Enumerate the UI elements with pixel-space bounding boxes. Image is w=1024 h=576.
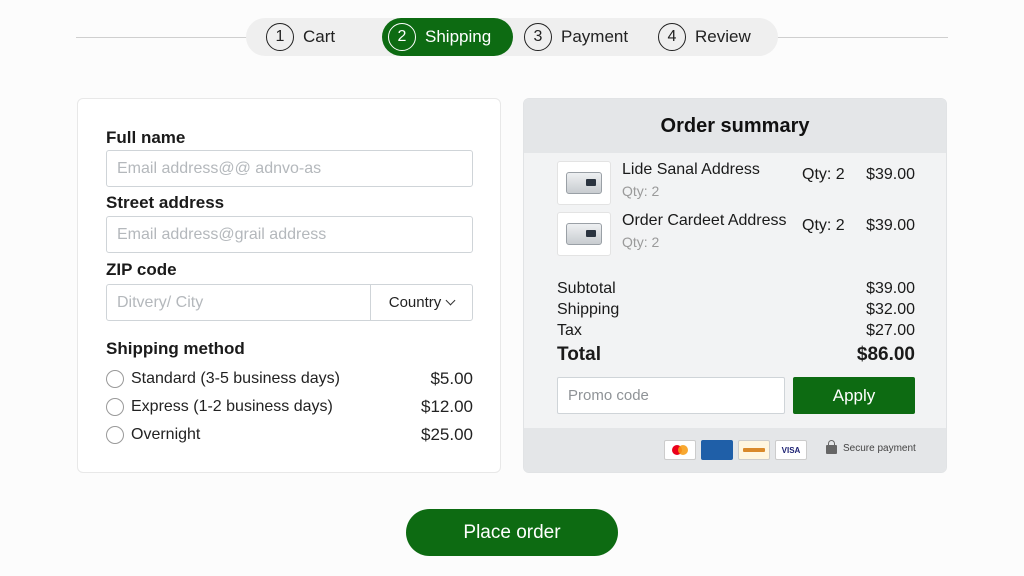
item-qty: Qty: 2 (802, 217, 845, 234)
shipping-row: Shipping $32.00 (557, 301, 915, 319)
step-label: Payment (561, 27, 629, 46)
country-select[interactable]: Country (371, 285, 472, 320)
step-label: Review (695, 27, 751, 46)
item-name: Lide Sanal Address (622, 161, 760, 178)
shipping-option-label: Standard (3-5 business days) (131, 370, 340, 387)
secure-payment: Secure payment (826, 440, 916, 454)
step-number: 3 (524, 23, 552, 51)
secure-payment-text: Secure payment (843, 442, 916, 454)
zip-city-row: Country (106, 284, 473, 321)
full-name-input[interactable] (106, 150, 473, 187)
shipping-option-price: $12.00 (421, 397, 473, 416)
step-shipping[interactable]: 2 Shipping (382, 18, 514, 56)
summary-item: Lide Sanal Address Qty: 2 Qty: 2 $39.00 (557, 161, 915, 207)
street-address-input[interactable] (106, 216, 473, 253)
shipping-option-overnight[interactable]: Overnight $25.00 (106, 423, 473, 447)
step-number: 1 (266, 23, 294, 51)
order-summary-title: Order summary (524, 99, 946, 153)
shipping-option-label: Express (1-2 business days) (131, 398, 333, 415)
product-thumbnail (557, 161, 611, 205)
amex-icon (701, 440, 733, 460)
product-thumbnail (557, 212, 611, 256)
payment-methods-bar: VISA Secure payment (524, 428, 946, 472)
place-order-button[interactable]: Place order (406, 509, 618, 556)
shipping-label: Shipping (557, 301, 620, 318)
summary-item: Order Cardeet Address Qty: 2 Qty: 2 $39.… (557, 212, 915, 258)
total-value: $86.00 (856, 344, 915, 365)
step-review[interactable]: 4 Review (658, 18, 751, 56)
step-cart[interactable]: 1 Cart (266, 18, 335, 56)
shipping-option-standard[interactable]: Standard (3-5 business days) $5.00 (106, 367, 473, 391)
visa-icon: VISA (775, 440, 807, 460)
shipping-method-label: Shipping method (106, 339, 245, 358)
item-sub-qty: Qty: 2 (622, 234, 660, 250)
shipping-option-price: $5.00 (430, 369, 473, 388)
subtotal-row: Subtotal $39.00 (557, 280, 915, 298)
mastercard-icon (664, 440, 696, 460)
item-price: $39.00 (866, 166, 915, 183)
promo-code-input[interactable] (557, 377, 785, 414)
zip-city-input[interactable] (107, 285, 371, 320)
shipping-option-price: $25.00 (421, 425, 473, 444)
radio-button[interactable] (106, 398, 124, 416)
total-row: Total $86.00 (557, 344, 915, 366)
radio-button[interactable] (106, 426, 124, 444)
tax-row: Tax $27.00 (557, 322, 915, 340)
item-name: Order Cardeet Address (622, 212, 787, 229)
step-payment[interactable]: 3 Payment (524, 18, 628, 56)
paypal-icon (738, 440, 770, 460)
step-number: 2 (388, 23, 416, 51)
order-summary-panel: Order summary Lide Sanal Address Qty: 2 … (523, 98, 947, 473)
subtotal-value: $39.00 (866, 280, 915, 297)
shipping-form-panel: Full name Street address ZIP code Countr… (77, 98, 501, 473)
step-label: Shipping (425, 27, 492, 46)
step-number: 4 (658, 23, 686, 51)
apply-promo-button[interactable]: Apply (793, 377, 915, 414)
street-address-label: Street address (106, 193, 225, 212)
checkout-stepper: 1 Cart 2 Shipping 3 Payment 4 Review (246, 18, 778, 56)
step-label: Cart (303, 27, 336, 46)
country-label: Country (388, 294, 442, 311)
tax-label: Tax (557, 322, 582, 339)
shipping-option-express[interactable]: Express (1-2 business days) $12.00 (106, 395, 473, 419)
tax-value: $27.00 (866, 322, 915, 339)
full-name-label: Full name (106, 128, 186, 147)
shipping-value: $32.00 (866, 301, 915, 318)
shipping-option-label: Overnight (131, 426, 201, 443)
radio-button[interactable] (106, 370, 124, 388)
chevron-down-icon (445, 295, 456, 306)
item-price: $39.00 (866, 217, 915, 234)
total-label: Total (557, 344, 601, 365)
zip-code-label: ZIP code (106, 260, 177, 279)
item-sub-qty: Qty: 2 (622, 183, 660, 199)
item-qty: Qty: 2 (802, 166, 845, 183)
lock-icon (826, 440, 837, 454)
subtotal-label: Subtotal (557, 280, 616, 297)
